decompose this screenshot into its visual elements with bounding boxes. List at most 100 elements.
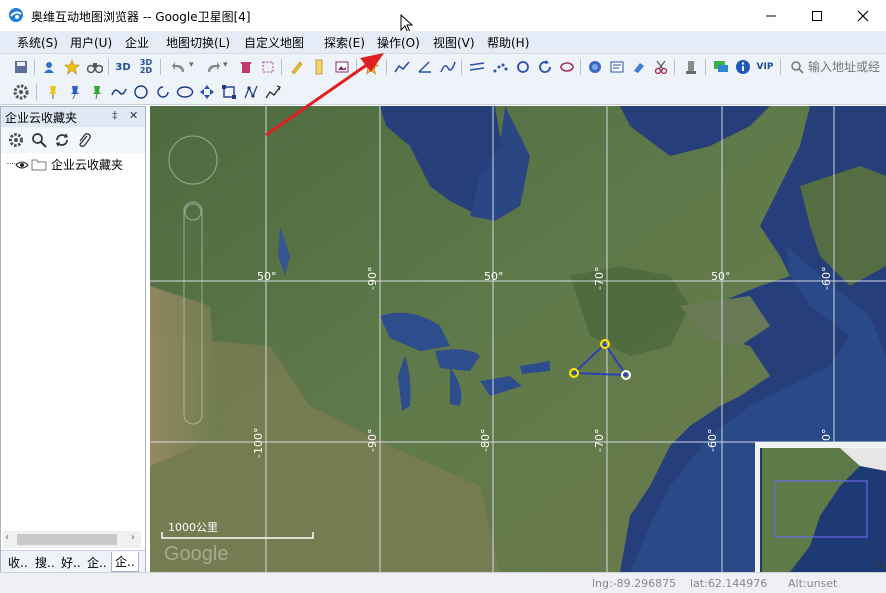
polyline-button[interactable] <box>110 83 128 101</box>
save-button[interactable] <box>12 58 30 76</box>
gear-icon <box>9 133 23 147</box>
pencil-button[interactable] <box>288 58 306 76</box>
eraser-icon <box>634 63 644 73</box>
tab-enterprise[interactable]: 企.. <box>87 554 107 571</box>
delete-button[interactable] <box>237 58 255 76</box>
user-icon <box>44 62 54 73</box>
scroll-right-icon[interactable]: › <box>131 532 135 543</box>
view-3d-2d-button[interactable]: 3D 2D <box>137 58 155 76</box>
move-button[interactable] <box>198 83 216 101</box>
settings-icon <box>13 84 29 100</box>
landmark-icon <box>686 61 696 74</box>
lat-label: 50° <box>711 270 731 283</box>
panel-tabs: 收.. 搜.. 好.. 企.. 企.. <box>1 550 145 572</box>
panel-settings-button[interactable] <box>7 131 25 149</box>
undo-button[interactable] <box>170 58 188 76</box>
satellite-map-view[interactable]: 50° 50° 50° -90° -70° -60° -100° -90° -8… <box>150 106 886 572</box>
menu-custom-map[interactable]: 自定义地图 <box>244 34 304 51</box>
user-button[interactable] <box>40 58 58 76</box>
minimize-button[interactable] <box>748 0 794 31</box>
node-edit-button[interactable] <box>242 83 260 101</box>
path-icon <box>440 61 456 73</box>
refresh-button[interactable] <box>536 58 554 76</box>
google-watermark: Google <box>164 543 229 565</box>
map-button[interactable] <box>608 58 626 76</box>
image-icon <box>335 61 349 73</box>
line-chart-button[interactable] <box>264 83 282 101</box>
map-canvas[interactable]: 50° 50° 50° -90° -70° -60° -100° -90° -8… <box>150 106 886 572</box>
tab-friends[interactable]: 好.. <box>61 554 81 571</box>
bookmark-star-icon <box>363 59 379 75</box>
menu-system[interactable]: 系统(S) <box>17 34 58 51</box>
close-panel-icon[interactable]: ✕ <box>129 109 138 122</box>
rotate-button[interactable] <box>514 58 532 76</box>
refresh-icon <box>539 60 551 73</box>
pin-panel-icon[interactable]: ‡ <box>112 109 118 122</box>
lon-label: -80° <box>479 429 492 452</box>
pin-green-button[interactable] <box>88 83 106 101</box>
ellipse-button[interactable] <box>176 83 194 101</box>
menu-explore[interactable]: 探索(E) <box>324 34 365 51</box>
pin-blue-button[interactable] <box>66 83 84 101</box>
lon-label: -60° <box>706 429 719 452</box>
pencil-icon <box>291 61 303 74</box>
globe-button[interactable] <box>586 58 604 76</box>
landmark-button[interactable] <box>682 58 700 76</box>
pin-yellow-button[interactable] <box>44 83 62 101</box>
circle-button[interactable] <box>132 83 150 101</box>
close-icon <box>857 10 869 21</box>
tab-search[interactable]: 搜.. <box>35 554 55 571</box>
menu-view[interactable]: 视图(V) <box>433 34 475 51</box>
angle-button[interactable] <box>416 58 434 76</box>
scroll-left-icon[interactable]: ‹ <box>5 532 9 543</box>
draw-settings-button[interactable] <box>12 83 30 101</box>
select-box-button[interactable] <box>259 58 277 76</box>
menu-operation[interactable]: 操作(O) <box>377 34 420 51</box>
panel-sync-button[interactable] <box>53 131 71 149</box>
image-button[interactable] <box>333 58 351 76</box>
redo-button[interactable] <box>204 58 222 76</box>
panel-attach-button[interactable] <box>75 131 93 149</box>
overview-minimap[interactable] <box>755 442 886 572</box>
magnifier-icon <box>32 133 47 148</box>
lasso-button[interactable] <box>558 58 576 76</box>
lon-label: -90° <box>366 429 379 452</box>
bookmark-star-button[interactable] <box>362 58 380 76</box>
address-search-input[interactable] <box>808 57 886 77</box>
close-button[interactable] <box>840 0 886 31</box>
path-button[interactable] <box>439 58 457 76</box>
dots-button[interactable] <box>491 58 509 76</box>
eye-icon[interactable] <box>15 159 29 171</box>
arc-button[interactable] <box>154 83 172 101</box>
view-3d-button[interactable]: 3D <box>114 58 132 76</box>
tab-enterprise-cloud[interactable]: 企.. <box>111 552 139 572</box>
panel-header: 企业云收藏夹 ‡ ✕ <box>1 107 145 127</box>
scissors-button[interactable] <box>652 58 670 76</box>
eraser-button[interactable] <box>630 58 648 76</box>
menu-help[interactable]: 帮助(H) <box>487 34 529 51</box>
title-bar: 奥维互动地图浏览器 -- Google卫星图[4] <box>0 0 886 34</box>
tree-item-enterprise-favorites[interactable]: 企业云收藏夹 <box>15 156 123 173</box>
scrollbar-thumb[interactable] <box>17 534 117 545</box>
panel-search-button[interactable] <box>30 131 48 149</box>
lon-label: -60° <box>820 267 833 290</box>
track-button[interactable] <box>393 58 411 76</box>
pin-green-icon <box>93 86 101 100</box>
horizontal-scrollbar[interactable]: ‹ › <box>3 531 141 548</box>
info-button[interactable] <box>734 58 752 76</box>
search-button[interactable] <box>788 58 806 76</box>
favorites-button[interactable] <box>63 58 81 76</box>
chat-button[interactable] <box>712 58 730 76</box>
menu-enterprise[interactable]: 企业 <box>125 34 149 51</box>
rotate-icon <box>517 61 529 73</box>
maximize-button[interactable] <box>794 0 840 31</box>
menu-map-switch[interactable]: 地图切换(L) <box>166 34 230 51</box>
parallel-button[interactable] <box>468 58 486 76</box>
rectangle-button[interactable] <box>220 83 238 101</box>
menu-user[interactable]: 用户(U) <box>70 34 112 51</box>
tab-favorites[interactable]: 收.. <box>8 554 28 571</box>
binoculars-button[interactable] <box>86 58 104 76</box>
track-icon <box>394 61 410 73</box>
ruler-button[interactable] <box>310 58 328 76</box>
vip-button[interactable]: VIP <box>756 58 774 76</box>
